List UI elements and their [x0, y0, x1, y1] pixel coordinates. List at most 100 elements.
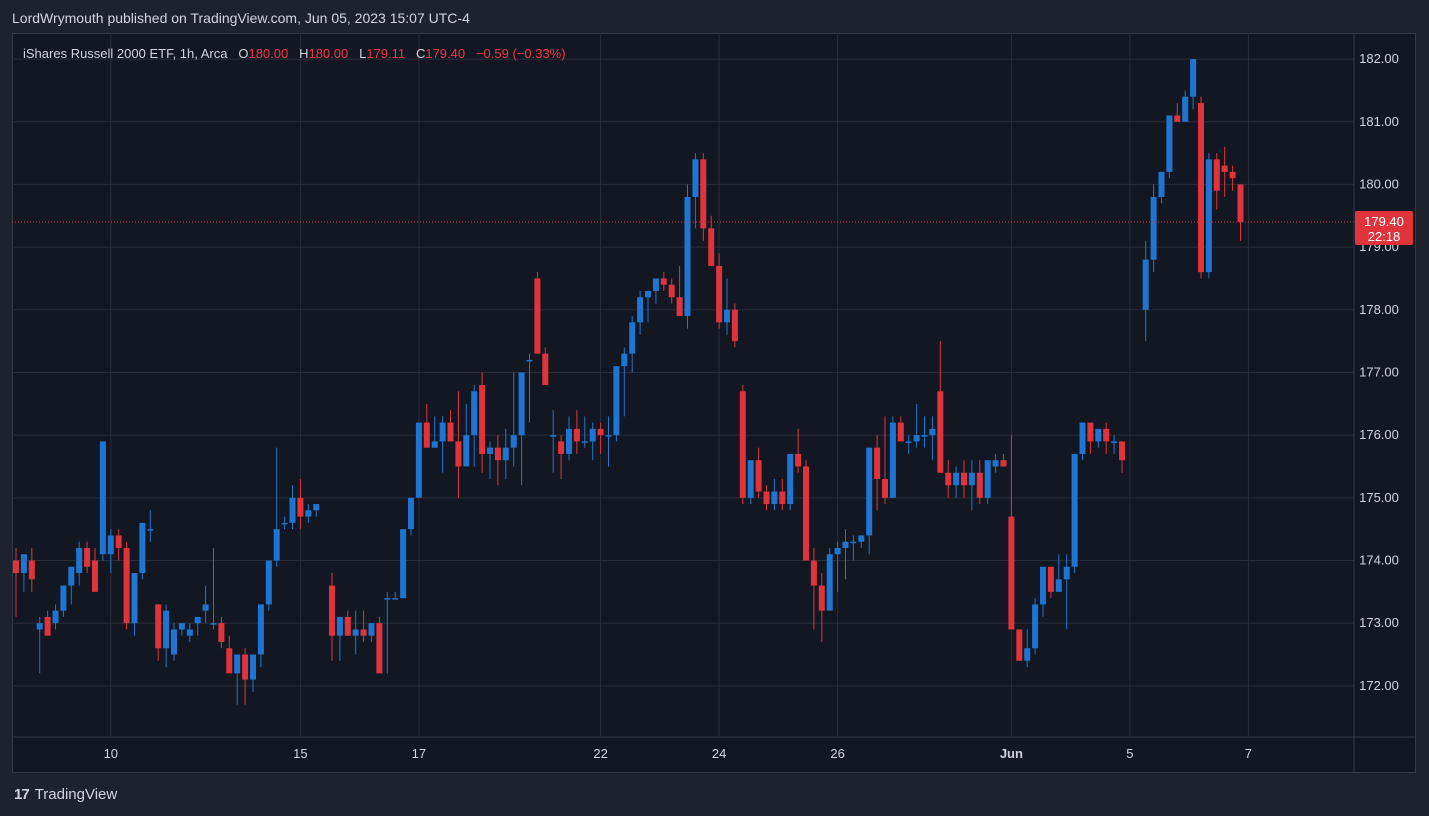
price-tick-label: 182.00 [1359, 51, 1399, 66]
candle-body [368, 623, 375, 636]
price-tick-label: 176.00 [1359, 427, 1399, 442]
candle-body [226, 648, 233, 674]
candle-body [1008, 516, 1015, 630]
candle-body [652, 278, 659, 291]
candle-body [953, 472, 960, 486]
candle-body [1205, 159, 1212, 273]
instrument-title[interactable]: iShares Russell 2000 ETF, 1h, Arca [23, 46, 228, 61]
candle-body [1079, 422, 1086, 454]
candle-body [897, 422, 904, 442]
candle-body [202, 604, 209, 611]
candle-body [13, 560, 19, 574]
candle-body [147, 529, 154, 531]
candle-body [84, 547, 91, 567]
price-tick-label: 181.00 [1359, 114, 1399, 129]
candle-body [431, 441, 438, 448]
footer-brand[interactable]: 17 TradingView [14, 786, 117, 803]
candle-body [107, 535, 114, 555]
open-label: O [238, 46, 249, 61]
candle-body [265, 560, 272, 605]
candle-body [945, 472, 952, 486]
candle-body [795, 453, 802, 467]
candle-body [92, 560, 98, 592]
candle-body [1000, 460, 1007, 467]
candle-body [20, 554, 27, 574]
candle-body [384, 598, 391, 600]
candle-body [921, 435, 928, 437]
candle-body [289, 497, 296, 523]
candle-body [542, 353, 549, 385]
price-tick-label: 172.00 [1359, 678, 1399, 693]
low-value: 179.11 [366, 46, 406, 61]
candle-body [218, 623, 225, 642]
candle-body [518, 372, 525, 436]
candle-body [700, 159, 707, 229]
candle-body [60, 585, 67, 611]
candle-body [787, 453, 794, 505]
candle-body [329, 585, 335, 636]
last-price-tag: 179.40 22:18 [1355, 211, 1413, 246]
candle-body [708, 228, 715, 266]
candle-body [1047, 566, 1054, 592]
candle-body [479, 385, 486, 454]
time-tick-label: 24 [712, 746, 726, 761]
candle-body [163, 610, 170, 649]
candle-body [968, 472, 975, 486]
candle-body [581, 441, 588, 443]
time-tick-label: 15 [293, 746, 307, 761]
candle-body [1095, 428, 1102, 442]
candle-body [747, 460, 754, 498]
candle-body [76, 547, 83, 574]
candle-body [1142, 259, 1149, 310]
candle-body [336, 616, 343, 636]
candle-body [724, 309, 730, 323]
candle-body [123, 547, 130, 624]
candle-body [763, 491, 770, 505]
close-value: 179.40 [425, 46, 466, 61]
candle-body [937, 391, 944, 473]
candle-body [660, 278, 667, 285]
price-tick-label: 180.00 [1359, 176, 1399, 191]
candle-body [352, 629, 359, 636]
price-axis[interactable]: 172.00 173.00 174.00 175.00 176.00 177.00 178.… [1359, 51, 1399, 693]
open-value: 180.00 [248, 46, 289, 61]
candle-body [1119, 441, 1125, 461]
candle-body [447, 422, 454, 442]
candle-body [1055, 579, 1062, 592]
candle-body [360, 629, 367, 636]
candle-body [1182, 96, 1189, 122]
time-tick-label: 22 [593, 746, 607, 761]
last-price-value: 179.40 [1364, 214, 1404, 229]
candle-body [171, 629, 177, 655]
candle-body [629, 322, 636, 354]
candle-body [621, 353, 628, 367]
candle-body [305, 510, 312, 517]
candle-body [1213, 159, 1220, 191]
candle-body [510, 435, 517, 448]
brand-name: TradingView [34, 786, 118, 803]
candle-body [1190, 59, 1197, 97]
candle-body [550, 435, 557, 437]
candle-body [637, 297, 644, 323]
candle-body [415, 422, 422, 498]
time-axis[interactable]: 10 15 17 22 24 26 Jun 5 7 [104, 746, 1252, 761]
candlestick-chart[interactable]: 172.00 173.00 174.00 175.00 176.00 177.00 178.… [12, 33, 1416, 773]
candle-body [858, 535, 865, 542]
candle-body [494, 447, 501, 461]
candle-body [1087, 422, 1094, 442]
time-tick-label: 7 [1245, 746, 1252, 761]
candle-body [566, 428, 572, 454]
candle-body [645, 290, 651, 298]
candle-body [242, 654, 249, 680]
candle-body [1024, 648, 1031, 661]
candle-body [1063, 566, 1070, 580]
candle-body [234, 654, 241, 674]
time-tick-label: 10 [104, 746, 118, 761]
close-label: C [415, 46, 426, 61]
price-tick-label: 174.00 [1359, 553, 1399, 568]
candle-body [99, 441, 106, 555]
candle-body [139, 522, 146, 574]
candle-body [376, 623, 383, 674]
candle-body [463, 435, 470, 467]
candle-body [692, 159, 699, 197]
